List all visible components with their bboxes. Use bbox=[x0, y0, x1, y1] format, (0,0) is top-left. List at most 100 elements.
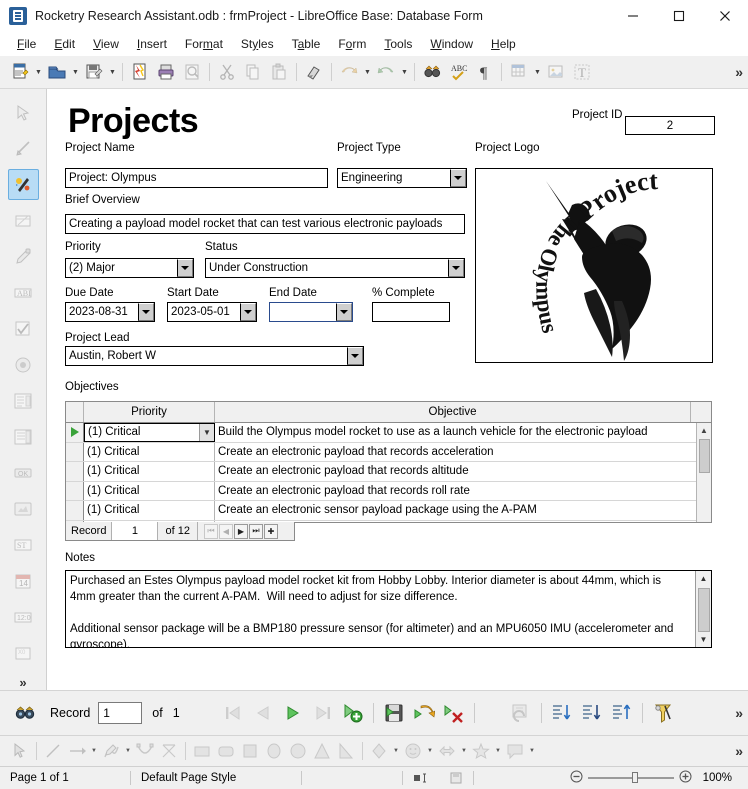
zoom-slider[interactable]: 100% bbox=[570, 770, 748, 786]
chevron-down-icon[interactable] bbox=[347, 347, 363, 365]
zoom-in-icon[interactable] bbox=[679, 770, 692, 786]
table-row[interactable]: (1) Critical Create an electronic payloa… bbox=[66, 442, 711, 462]
save-document-dropdown-icon[interactable]: ▼ bbox=[107, 59, 118, 85]
image-button-icon[interactable] bbox=[8, 493, 39, 524]
rectangle-icon[interactable] bbox=[190, 739, 214, 763]
time-field-icon[interactable]: 12:0 bbox=[8, 601, 39, 632]
check-box-icon[interactable] bbox=[8, 313, 39, 344]
select-tool-icon[interactable] bbox=[8, 739, 32, 763]
refresh-control-icon[interactable] bbox=[506, 698, 536, 728]
polygon-icon[interactable] bbox=[157, 739, 181, 763]
zoom-out-icon[interactable] bbox=[570, 770, 583, 786]
due-date-field[interactable]: 2023-08-31 bbox=[65, 302, 155, 322]
toggle-form-control-wizards-icon[interactable] bbox=[7, 169, 39, 200]
zoom-track[interactable] bbox=[587, 772, 674, 783]
option-button-icon[interactable] bbox=[8, 349, 39, 380]
menu-window[interactable]: Window bbox=[421, 35, 482, 53]
grid-header-objective[interactable]: Objective bbox=[215, 402, 691, 422]
insert-image-icon[interactable] bbox=[543, 59, 569, 85]
open-document-icon[interactable] bbox=[44, 59, 70, 85]
block-arrows-dropdown-icon[interactable]: ▼ bbox=[459, 739, 469, 763]
undo-icon[interactable] bbox=[336, 59, 362, 85]
paste-icon[interactable] bbox=[266, 59, 292, 85]
notes-text[interactable]: Purchased an Estes Olympus payload model… bbox=[66, 571, 690, 647]
objectives-grid[interactable]: Priority Objective (1) Critical ▼ Build … bbox=[65, 401, 712, 523]
minimize-icon[interactable] bbox=[610, 0, 656, 32]
menu-help[interactable]: Help bbox=[482, 35, 525, 53]
grid-next-record-button[interactable]: ▶ bbox=[233, 523, 248, 539]
new-document-dropdown-icon[interactable]: ▼ bbox=[33, 59, 44, 85]
new-document-icon[interactable] bbox=[7, 59, 33, 85]
project-id-field[interactable]: 2 bbox=[625, 116, 715, 135]
open-document-dropdown-icon[interactable]: ▼ bbox=[70, 59, 81, 85]
push-button-icon[interactable]: OK bbox=[8, 457, 39, 488]
formatting-marks-icon[interactable]: ¶ bbox=[471, 59, 497, 85]
next-record-button[interactable] bbox=[278, 698, 308, 728]
sort-descending-icon[interactable] bbox=[577, 698, 607, 728]
row-priority[interactable]: (1) Critical bbox=[84, 501, 215, 520]
zoom-level[interactable]: 100% bbox=[697, 772, 742, 784]
copy-icon[interactable] bbox=[240, 59, 266, 85]
grid-previous-record-button[interactable]: ◀ bbox=[218, 523, 233, 539]
symbol-shapes-dropdown-icon[interactable]: ▼ bbox=[425, 739, 435, 763]
last-record-button[interactable] bbox=[308, 698, 338, 728]
table-row[interactable]: (1) Critical Create an electronic payloa… bbox=[66, 462, 711, 482]
text-box-icon[interactable] bbox=[8, 241, 39, 272]
text-selection-mode-icon[interactable] bbox=[403, 767, 439, 789]
row-selector[interactable] bbox=[66, 462, 84, 481]
insert-table-dropdown-icon[interactable]: ▼ bbox=[532, 59, 543, 85]
triangle-icon[interactable] bbox=[310, 739, 334, 763]
freeform-dropdown-icon[interactable]: ▼ bbox=[123, 739, 133, 763]
save-document-icon[interactable] bbox=[81, 59, 107, 85]
row-selector[interactable] bbox=[66, 442, 84, 461]
priority-combo[interactable]: (2) Major bbox=[65, 258, 194, 278]
form-nav-overflow-icon[interactable]: » bbox=[735, 705, 743, 721]
formatted-numeric-field-icon[interactable]: ST bbox=[8, 529, 39, 560]
stars-icon[interactable] bbox=[469, 739, 493, 763]
find-record-icon[interactable] bbox=[10, 698, 40, 728]
scroll-up-icon[interactable]: ▲ bbox=[697, 423, 712, 437]
currency-field-icon[interactable]: X0 bbox=[8, 637, 39, 668]
callouts-icon[interactable] bbox=[503, 739, 527, 763]
project-name-field[interactable]: Project: Olympus bbox=[65, 168, 328, 188]
formatted-field-icon[interactable]: ABI bbox=[8, 277, 39, 308]
cut-icon[interactable] bbox=[214, 59, 240, 85]
sort-ascending-icon[interactable] bbox=[547, 698, 577, 728]
combo-box-icon[interactable] bbox=[8, 421, 39, 452]
project-lead-combo[interactable]: Austin, Robert W bbox=[65, 346, 364, 366]
table-row[interactable]: (1) Critical Create an electronic payloa… bbox=[66, 481, 711, 501]
rounded-rectangle-icon[interactable] bbox=[214, 739, 238, 763]
row-objective[interactable]: Create an electronic payload that record… bbox=[215, 462, 711, 481]
menu-insert[interactable]: Insert bbox=[128, 35, 176, 53]
line-arrow-end-icon[interactable] bbox=[65, 739, 89, 763]
row-priority[interactable]: (1) Critical bbox=[84, 481, 215, 500]
maximize-icon[interactable] bbox=[656, 0, 702, 32]
ellipse-icon[interactable] bbox=[262, 739, 286, 763]
chevron-down-icon[interactable] bbox=[177, 259, 193, 277]
autofilter-icon[interactable] bbox=[648, 698, 678, 728]
row-priority[interactable]: (1) Critical ▼ bbox=[84, 423, 215, 442]
form-controls-overflow-icon[interactable]: » bbox=[19, 675, 26, 690]
menu-table[interactable]: Table bbox=[283, 35, 330, 53]
menu-styles[interactable]: Styles bbox=[232, 35, 283, 53]
menu-form[interactable]: Form bbox=[329, 35, 375, 53]
line-tool-icon[interactable] bbox=[41, 739, 65, 763]
select-icon[interactable] bbox=[8, 97, 39, 128]
objectives-grid-scrollbar[interactable]: ▲ ▼ bbox=[696, 423, 712, 522]
date-field-icon[interactable]: 14 bbox=[8, 565, 39, 596]
document-unmodified-icon[interactable] bbox=[439, 767, 473, 789]
grid-header-priority[interactable]: Priority bbox=[84, 402, 215, 422]
grid-record-number[interactable]: 1 bbox=[112, 522, 159, 540]
circle-icon[interactable] bbox=[286, 739, 310, 763]
label-field-icon[interactable] bbox=[8, 205, 39, 236]
delete-record-button[interactable] bbox=[439, 698, 469, 728]
find-replace-icon[interactable] bbox=[419, 59, 445, 85]
row-selector[interactable] bbox=[66, 481, 84, 500]
grid-new-record-button[interactable]: ✚ bbox=[263, 523, 278, 539]
first-record-button[interactable] bbox=[218, 698, 248, 728]
insert-table-icon[interactable] bbox=[506, 59, 532, 85]
row-priority[interactable]: (1) Critical bbox=[84, 442, 215, 461]
chevron-down-icon[interactable] bbox=[336, 303, 352, 321]
end-date-field[interactable] bbox=[269, 302, 353, 322]
redo-dropdown-icon[interactable]: ▼ bbox=[399, 59, 410, 85]
